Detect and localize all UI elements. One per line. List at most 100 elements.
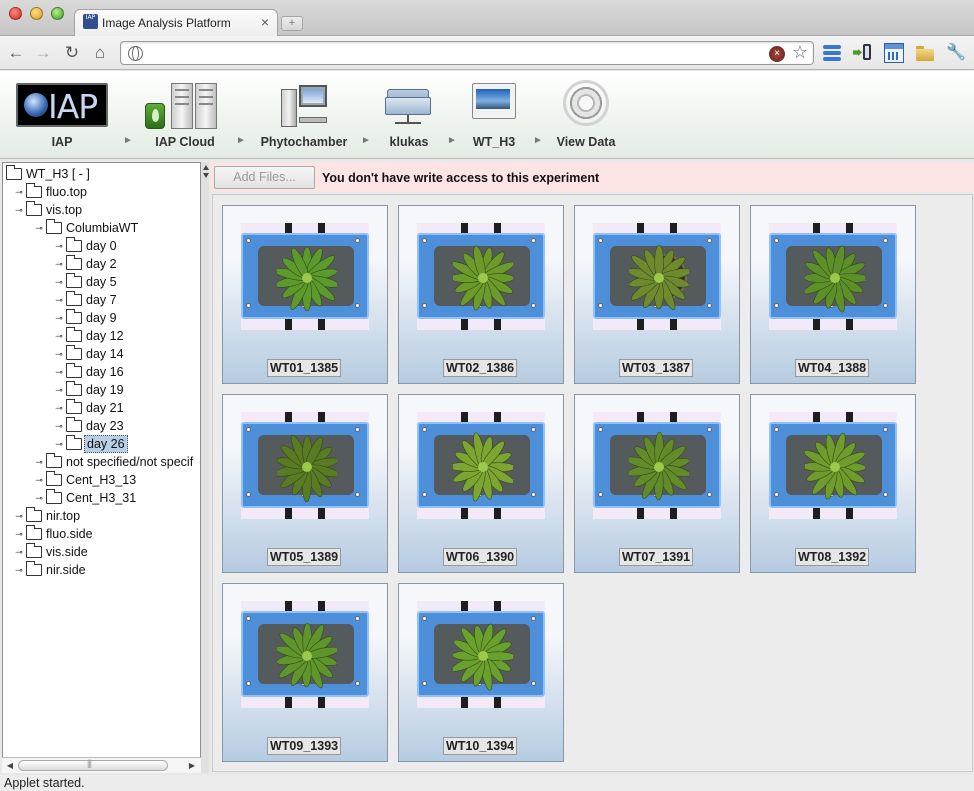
minimize-window-button[interactable] (30, 7, 43, 20)
image-grid: WT01_1385 WT02_1386 WT03_1387 WT04_1388 WT05… (212, 194, 973, 772)
folder-icon (66, 237, 82, 252)
plant-image-card[interactable]: WT10_1394 (398, 583, 564, 762)
expand-toggle-icon[interactable]: ⊸ (54, 291, 64, 309)
folder-extension-icon[interactable] (915, 43, 935, 63)
stop-icon[interactable]: × (769, 46, 785, 62)
star-icon[interactable]: ☆ (792, 42, 808, 63)
plant-image-card[interactable]: WT05_1389 (222, 394, 388, 573)
tree-node-label: day 19 (86, 383, 124, 397)
close-window-button[interactable] (9, 7, 22, 20)
folder-icon (66, 417, 82, 432)
tab-title: Image Analysis Platform (102, 16, 231, 30)
expand-toggle-icon[interactable]: ⊸ (54, 273, 64, 291)
tree-horizontal-scrollbar[interactable]: ◀ ▶ (2, 757, 201, 773)
tree-node-label: nir.side (46, 563, 86, 577)
iap-logo-icon: IAP (16, 83, 108, 127)
folder-icon (26, 525, 42, 540)
expand-toggle-icon[interactable]: ⊸ (54, 363, 64, 381)
expand-toggle-icon[interactable]: ⊸ (14, 507, 24, 525)
folder-icon (46, 489, 62, 504)
plant-photo (417, 223, 545, 330)
expand-toggle-icon[interactable]: ⊸ (54, 309, 64, 327)
tree-node-label: day 12 (86, 329, 124, 343)
plant-image-card[interactable]: WT01_1385 (222, 205, 388, 384)
nav-item-klukas[interactable]: klukas (380, 71, 438, 159)
plant-image-card[interactable]: WT04_1388 (750, 205, 916, 384)
reload-icon[interactable]: ↻ (61, 42, 83, 64)
nav-item-iap-cloud[interactable]: IAP Cloud (140, 71, 230, 159)
expand-toggle-icon[interactable]: ⊸ (54, 399, 64, 417)
back-arrow-icon[interactable]: ← (5, 42, 27, 64)
home-icon[interactable]: ⌂ (89, 42, 111, 64)
expand-toggle-icon[interactable]: ⊸ (34, 219, 44, 237)
plant-image-card[interactable]: WT09_1393 (222, 583, 388, 762)
wrench-icon[interactable]: 🔧 (946, 43, 966, 63)
scrollbar-thumb[interactable] (18, 758, 168, 771)
expand-toggle-icon[interactable]: ⊸ (54, 435, 64, 453)
status-text: Applet started. (4, 776, 85, 790)
nav-item-label: WT_H3 (472, 135, 516, 149)
expand-toggle-icon[interactable]: ⊸ (54, 381, 64, 399)
breadcrumb-arrow-icon: ► (533, 135, 543, 146)
collapse-down-icon[interactable] (203, 173, 209, 178)
nav-item-view-data[interactable]: View Data (550, 71, 622, 159)
layers-extension-icon[interactable] (822, 43, 842, 63)
expand-toggle-icon[interactable]: ⊸ (54, 327, 64, 345)
scroll-right-icon[interactable]: ▶ (185, 759, 199, 773)
plant-image-card[interactable]: WT07_1391 (574, 394, 740, 573)
expand-toggle-icon[interactable]: ⊸ (14, 183, 24, 201)
expand-toggle-icon[interactable]: ⊸ (54, 255, 64, 273)
nav-item-phytochamber[interactable]: Phytochamber (254, 71, 354, 159)
breadcrumb-arrow-icon: ► (123, 135, 133, 146)
tree-node-label: fluo.top (46, 185, 88, 199)
experiment-tree[interactable]: WT_H3 [ - ] ⊸ fluo.top ⊸ vis.top ⊸ ColumbiaWT… (2, 162, 201, 773)
iap-navigation-bar: IAP IAP ► IAP Cloud ► Phytochamber ► klu… (0, 71, 974, 159)
tree-node-label: vis.side (46, 545, 88, 559)
plant-image-card[interactable]: WT03_1387 (574, 205, 740, 384)
zoom-window-button[interactable] (51, 7, 64, 20)
new-tab-button[interactable]: + (281, 16, 303, 31)
expand-toggle-icon[interactable]: ⊸ (14, 561, 24, 579)
panel-splitter[interactable] (201, 162, 209, 773)
image-caption: WT06_1390 (443, 548, 518, 566)
folder-icon (66, 435, 82, 450)
image-caption: WT09_1393 (267, 737, 342, 755)
tree-node-label: Cent_H3_31 (66, 491, 137, 505)
expand-toggle-icon[interactable]: ⊸ (34, 471, 44, 489)
plant-image-card[interactable]: WT06_1390 (398, 394, 564, 573)
tree-node-label: Cent_H3_13 (66, 473, 137, 487)
nav-item-iap[interactable]: IAP IAP (12, 71, 112, 159)
expand-toggle-icon[interactable]: ⊸ (54, 417, 64, 435)
folder-icon (66, 273, 82, 288)
expand-toggle-icon[interactable]: ⊸ (14, 543, 24, 561)
rosette-plant-icon (629, 431, 689, 501)
forward-arrow-icon[interactable]: → (32, 42, 54, 64)
status-bar: Applet started. (0, 775, 974, 791)
plant-image-card[interactable]: WT02_1386 (398, 205, 564, 384)
scroll-left-icon[interactable]: ◀ (3, 759, 17, 773)
expand-toggle-icon[interactable]: ⊸ (14, 201, 24, 219)
folder-icon (66, 399, 82, 414)
rosette-plant-icon (453, 623, 513, 691)
expand-toggle-icon[interactable]: ⊸ (54, 345, 64, 363)
tree-node-label: day 23 (86, 419, 124, 433)
add-files-button[interactable]: Add Files... (214, 166, 315, 189)
nav-item-wt-h3[interactable]: WT_H3 (466, 71, 522, 159)
calendar-extension-icon[interactable] (884, 43, 904, 63)
phone-extension-icon[interactable] (853, 43, 873, 63)
address-bar[interactable]: × ☆ (120, 41, 814, 65)
plant-photo (241, 412, 369, 519)
plant-photo (593, 412, 721, 519)
expand-toggle-icon[interactable]: ⊸ (34, 453, 44, 471)
expand-toggle-icon[interactable]: ⊸ (14, 525, 24, 543)
browser-tab-strip: IAP Image Analysis Platform × + (0, 0, 974, 37)
browser-tab[interactable]: IAP Image Analysis Platform × (74, 9, 278, 37)
collapse-up-icon[interactable] (203, 165, 209, 170)
tree-node-label: fluo.side (46, 527, 93, 541)
folder-icon (66, 255, 82, 270)
expand-toggle-icon[interactable]: ⊸ (54, 237, 64, 255)
plant-image-card[interactable]: WT08_1392 (750, 394, 916, 573)
expand-toggle-icon[interactable]: ⊸ (34, 489, 44, 507)
tab-close-icon[interactable]: × (261, 14, 269, 30)
rosette-plant-icon (277, 246, 337, 312)
